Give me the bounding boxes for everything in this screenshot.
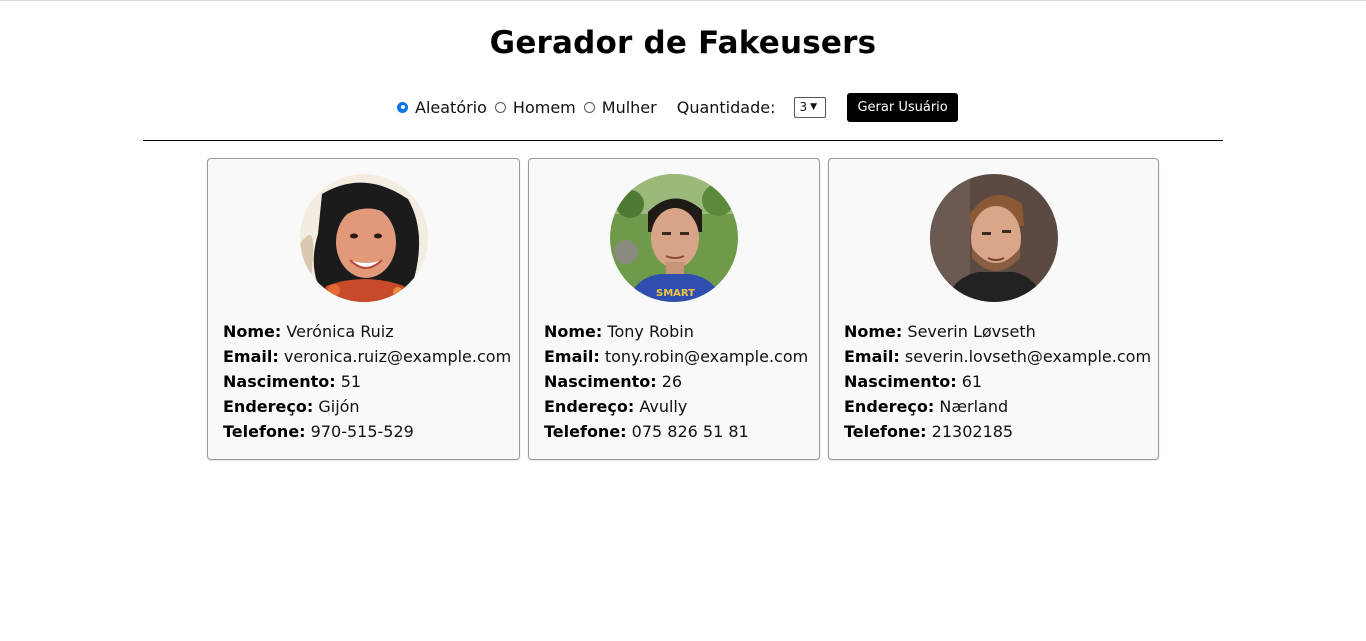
controls-bar: Aleatório Homem Mulher Quantidade: 3 ▼ G…: [397, 92, 958, 122]
generate-user-button[interactable]: Gerar Usuário: [847, 92, 958, 122]
radio-random[interactable]: Aleatório: [397, 98, 487, 117]
quantity-value: 3: [799, 100, 808, 114]
user-email: veronica.ruiz@example.com: [283, 347, 512, 366]
top-border: [0, 0, 1366, 1]
user-name: Severin Løvseth: [907, 322, 1036, 341]
user-info: Nome: Verónica Ruiz Email: veronica.ruiz…: [223, 319, 511, 444]
svg-text:SMART: SMART: [656, 288, 695, 299]
phone-label: Telefone:: [223, 422, 306, 441]
page-title: Gerador de Fakeusers: [489, 25, 877, 61]
user-address: Nærland: [939, 397, 1009, 416]
user-info: Nome: Tony Robin Email: tony.robin@examp…: [544, 319, 808, 444]
name-label: Nome:: [544, 322, 603, 341]
user-phone-row: Telefone: 075 826 51 81: [544, 419, 808, 444]
user-email: tony.robin@example.com: [604, 347, 809, 366]
email-label: Email:: [223, 347, 279, 366]
email-label: Email:: [844, 347, 900, 366]
radio-male-circle[interactable]: [494, 101, 506, 113]
quantity-label: Quantidade:: [676, 97, 776, 117]
user-address-row: Endereço: Nærland: [844, 394, 1151, 419]
user-address: Gijón: [318, 397, 360, 416]
user-email: severin.lovseth@example.com: [904, 347, 1152, 366]
radio-male[interactable]: Homem: [494, 97, 576, 117]
birth-label: Nascimento:: [844, 372, 957, 391]
user-email-row: Email: veronica.ruiz@example.com: [223, 344, 511, 369]
address-label: Endereço:: [844, 397, 935, 416]
user-name-row: Nome: Severin Løvseth: [844, 319, 1151, 344]
user-card: Nome: Verónica Ruiz Email: veronica.ruiz…: [207, 158, 520, 460]
user-name: Verónica Ruiz: [286, 322, 394, 341]
radio-female-circle[interactable]: [583, 101, 595, 113]
address-label: Endereço:: [544, 397, 635, 416]
chevron-down-icon: ▼: [810, 102, 818, 112]
birth-label: Nascimento:: [544, 372, 657, 391]
address-label: Endereço:: [223, 397, 314, 416]
user-address: Avully: [639, 397, 688, 416]
radio-random-circle[interactable]: [397, 101, 408, 113]
birth-label: Nascimento:: [223, 372, 336, 391]
radio-male-label: Homem: [512, 97, 576, 117]
phone-label: Telefone:: [544, 422, 627, 441]
user-name-row: Nome: Tony Robin: [544, 319, 808, 344]
radio-female-label: Mulher: [601, 97, 657, 117]
quantity-select[interactable]: 3 ▼: [794, 96, 827, 118]
user-card: Nome: Severin Løvseth Email: severin.lov…: [828, 158, 1159, 460]
radio-random-label: Aleatório: [415, 97, 487, 117]
user-birth-row: Nascimento: 61: [844, 369, 1151, 394]
email-label: Email:: [544, 347, 600, 366]
user-address-row: Endereço: Avully: [544, 394, 808, 419]
user-birth: 61: [961, 372, 983, 391]
user-card: SMART Nome: Tony Robin Email: tony.robin…: [528, 158, 820, 460]
user-avatar: [930, 174, 1058, 302]
name-label: Nome:: [844, 322, 903, 341]
user-birth-row: Nascimento: 26: [544, 369, 808, 394]
user-phone-row: Telefone: 970-515-529: [223, 419, 511, 444]
user-address-row: Endereço: Gijón: [223, 394, 511, 419]
user-phone: 970-515-529: [310, 422, 414, 441]
user-email-row: Email: severin.lovseth@example.com: [844, 344, 1151, 369]
user-phone: 075 826 51 81: [631, 422, 749, 441]
user-birth: 51: [340, 372, 362, 391]
phone-label: Telefone:: [844, 422, 927, 441]
user-phone: 21302185: [931, 422, 1014, 441]
radio-female[interactable]: Mulher: [583, 97, 657, 117]
name-label: Nome:: [223, 322, 282, 341]
divider: [143, 140, 1223, 141]
user-avatar: SMART: [610, 174, 738, 302]
user-name: Tony Robin: [607, 322, 694, 341]
user-info: Nome: Severin Løvseth Email: severin.lov…: [844, 319, 1151, 444]
user-birth-row: Nascimento: 51: [223, 369, 511, 394]
user-email-row: Email: tony.robin@example.com: [544, 344, 808, 369]
user-phone-row: Telefone: 21302185: [844, 419, 1151, 444]
user-name-row: Nome: Verónica Ruiz: [223, 319, 511, 344]
user-birth: 26: [661, 372, 683, 391]
user-avatar: [300, 174, 428, 302]
